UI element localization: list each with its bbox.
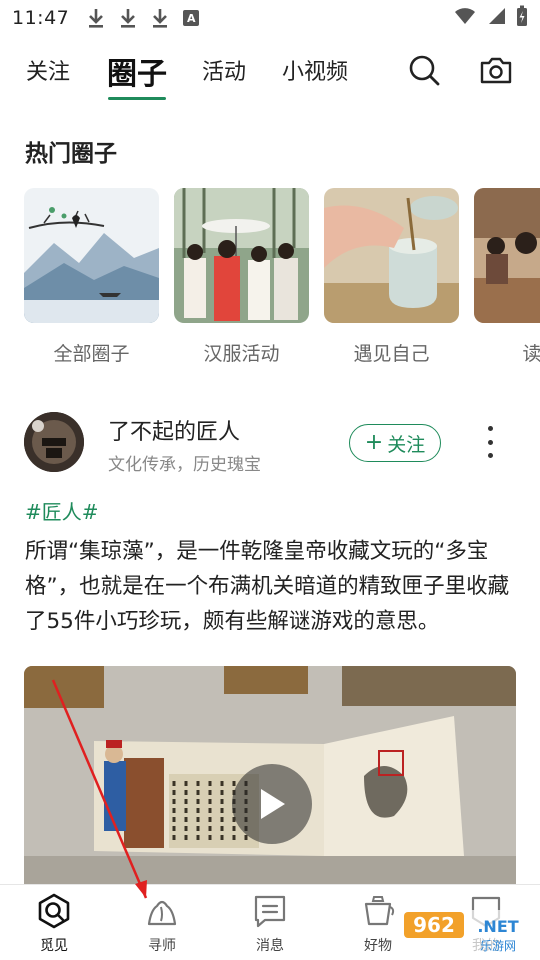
post-header: 了不起的匠人 文化传承，历史瑰宝 + 关注 (24, 408, 524, 478)
circle-image-landscape (24, 188, 159, 323)
nav-messages[interactable]: 消息 (230, 891, 310, 955)
svg-text:.NET: .NET (477, 917, 518, 936)
discover-icon (34, 891, 74, 931)
download-icon (87, 7, 105, 29)
top-tabs: 关注 圈子 活动 小视频 (0, 40, 540, 102)
nav-label: 消息 (256, 938, 284, 954)
circle-label: 汉服活动 (203, 343, 280, 365)
notification-icons: A (87, 7, 200, 29)
circle-image-hanfu (174, 188, 309, 323)
author-description: 文化传承，历史瑰宝 (108, 455, 261, 475)
circle-image-tea (324, 188, 459, 323)
wifi-icon (454, 7, 476, 29)
follow-button[interactable]: + 关注 (349, 424, 441, 462)
nav-label: 寻师 (148, 938, 176, 954)
battery-icon (516, 5, 528, 31)
circle-image-reading (474, 188, 540, 323)
nav-find-teacher[interactable]: 寻师 (122, 891, 202, 955)
tab-follow[interactable]: 关注 (26, 54, 70, 86)
hot-circles-list: 全部圈子 汉服活动 遇见自己 读 (24, 188, 540, 368)
post-video[interactable] (24, 666, 516, 886)
follow-label: 关注 (387, 433, 426, 456)
tab-circles[interactable]: 圈子 (107, 49, 167, 93)
nav-discover[interactable]: 觅见 (14, 891, 94, 955)
svg-text:乐游网: 乐游网 (480, 939, 516, 953)
svg-text:962: 962 (413, 913, 455, 937)
site-watermark-logo: 962 .NET 乐游网 (400, 908, 536, 956)
app-notification-icon: A (183, 10, 200, 26)
system-icons (454, 5, 528, 31)
plus-icon: + (364, 430, 384, 455)
download-icon (119, 7, 137, 29)
play-icon[interactable] (232, 764, 312, 844)
download-icon (151, 7, 169, 29)
circle-label: 读书 (522, 343, 540, 365)
author-avatar[interactable] (24, 412, 84, 472)
status-bar: 11:47 A (0, 0, 540, 36)
post-text: 所谓“集琼藻”，是一件乾隆皇帝收藏文玩的“多宝格”，也就是在一个布满机关暗道的精… (25, 539, 510, 634)
circle-label: 遇见自己 (353, 343, 430, 365)
circle-card-reading[interactable]: 读书 (474, 188, 540, 366)
tab-activities[interactable]: 活动 (202, 54, 246, 86)
circle-card-hanfu[interactable]: 汉服活动 (174, 188, 309, 366)
circle-label: 全部圈子 (53, 343, 130, 365)
search-icon[interactable] (406, 52, 442, 88)
author-name[interactable]: 了不起的匠人 (108, 414, 240, 446)
hot-circles-title: 热门圈子 (25, 141, 117, 167)
topic-tag[interactable]: #匠人# (25, 496, 99, 525)
circle-card-all[interactable]: 全部圈子 (24, 188, 159, 366)
camera-icon[interactable] (478, 52, 514, 88)
teacher-icon (142, 891, 182, 931)
message-icon (250, 891, 290, 931)
more-options-icon[interactable] (479, 426, 501, 458)
signal-icon (486, 7, 506, 29)
circle-card-meet-yourself[interactable]: 遇见自己 (324, 188, 459, 366)
tab-short-videos[interactable]: 小视频 (282, 54, 348, 86)
active-tab-indicator (108, 97, 166, 100)
teapot-icon (358, 891, 398, 931)
nav-label: 觅见 (40, 938, 68, 954)
status-time: 11:47 (12, 7, 70, 29)
